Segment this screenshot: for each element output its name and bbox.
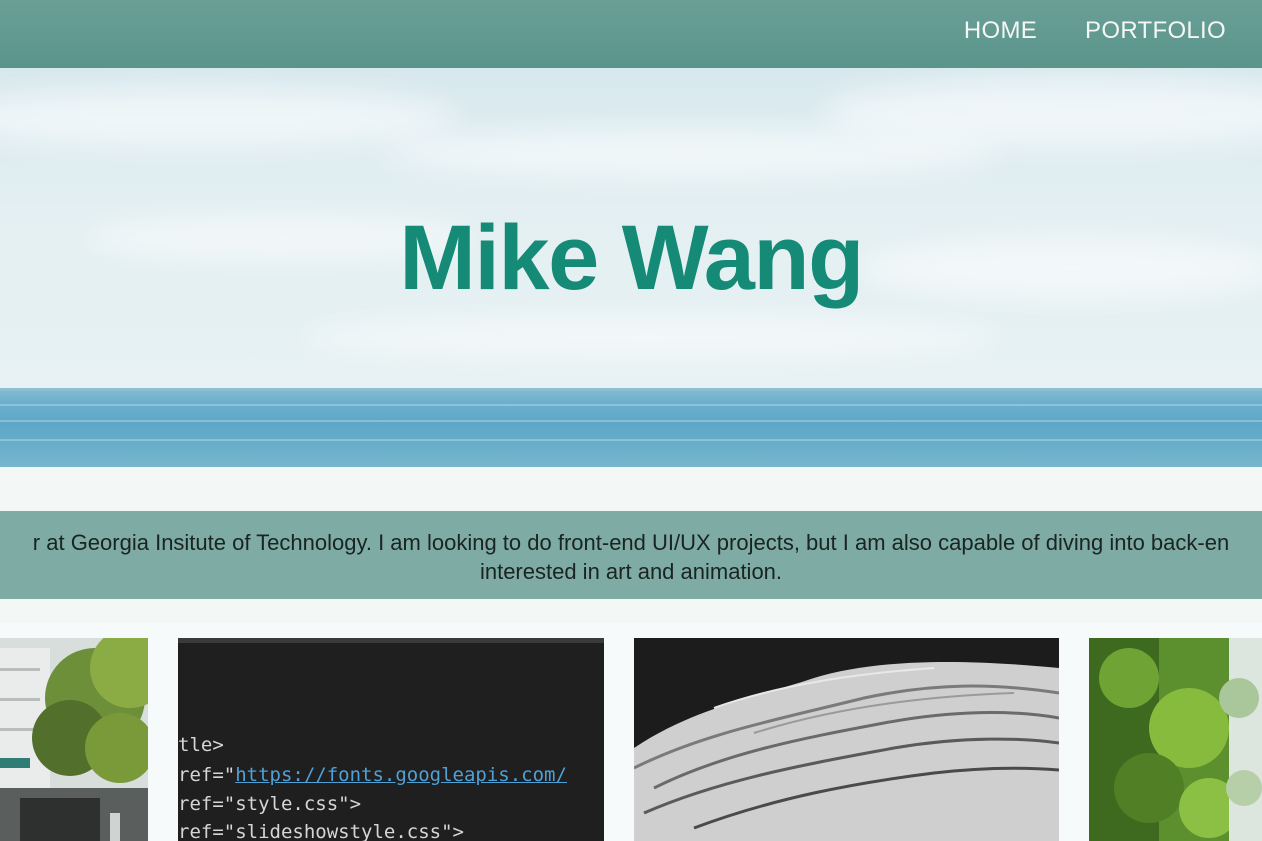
sea-shimmer xyxy=(0,439,1262,441)
sky-cloud xyxy=(0,88,460,148)
intro-line-1: r at Georgia Insitute of Technology. I a… xyxy=(32,530,1230,555)
sketch-artwork xyxy=(634,638,1059,841)
code-line: tle> xyxy=(178,734,224,756)
portfolio-thumb-code[interactable]: tle> ref="https://fonts.googleapis.com/ … xyxy=(178,638,604,841)
nav-portfolio-link[interactable]: PORTFOLIO xyxy=(1085,17,1226,45)
editor-titlebar xyxy=(178,638,604,643)
intro-band: r at Georgia Insitute of Technology. I a… xyxy=(0,511,1262,599)
top-navbar: HOME PORTFOLIO xyxy=(0,0,1262,68)
intro-text: r at Georgia Insitute of Technology. I a… xyxy=(0,528,1262,586)
sea-shimmer xyxy=(0,420,1262,422)
portfolio-thumb-sketch[interactable] xyxy=(634,638,1059,841)
hero-banner: Mike Wang xyxy=(0,68,1262,467)
sky-cloud xyxy=(300,318,1000,358)
portfolio-thumb-greenery[interactable] xyxy=(1089,638,1262,841)
hero-title: Mike Wang xyxy=(399,207,864,309)
code-line: ref="https://fonts.googleapis.com/ xyxy=(178,764,567,786)
horizon-line xyxy=(0,388,1262,391)
code-line: ref="style.css"> xyxy=(178,793,362,815)
street-photo xyxy=(0,638,148,841)
code-line: ref="slideshowstyle.css"> xyxy=(178,821,464,841)
nav-links: HOME PORTFOLIO xyxy=(964,0,1226,62)
code-url-link: https://fonts.googleapis.com/ xyxy=(235,764,567,786)
nav-home-link[interactable]: HOME xyxy=(964,17,1037,45)
intro-line-2: interested in art and animation. xyxy=(479,559,783,584)
sea xyxy=(0,388,1262,467)
portfolio-thumb-street[interactable] xyxy=(0,638,148,841)
greenery-photo xyxy=(1089,638,1262,841)
sea-shimmer xyxy=(0,404,1262,406)
